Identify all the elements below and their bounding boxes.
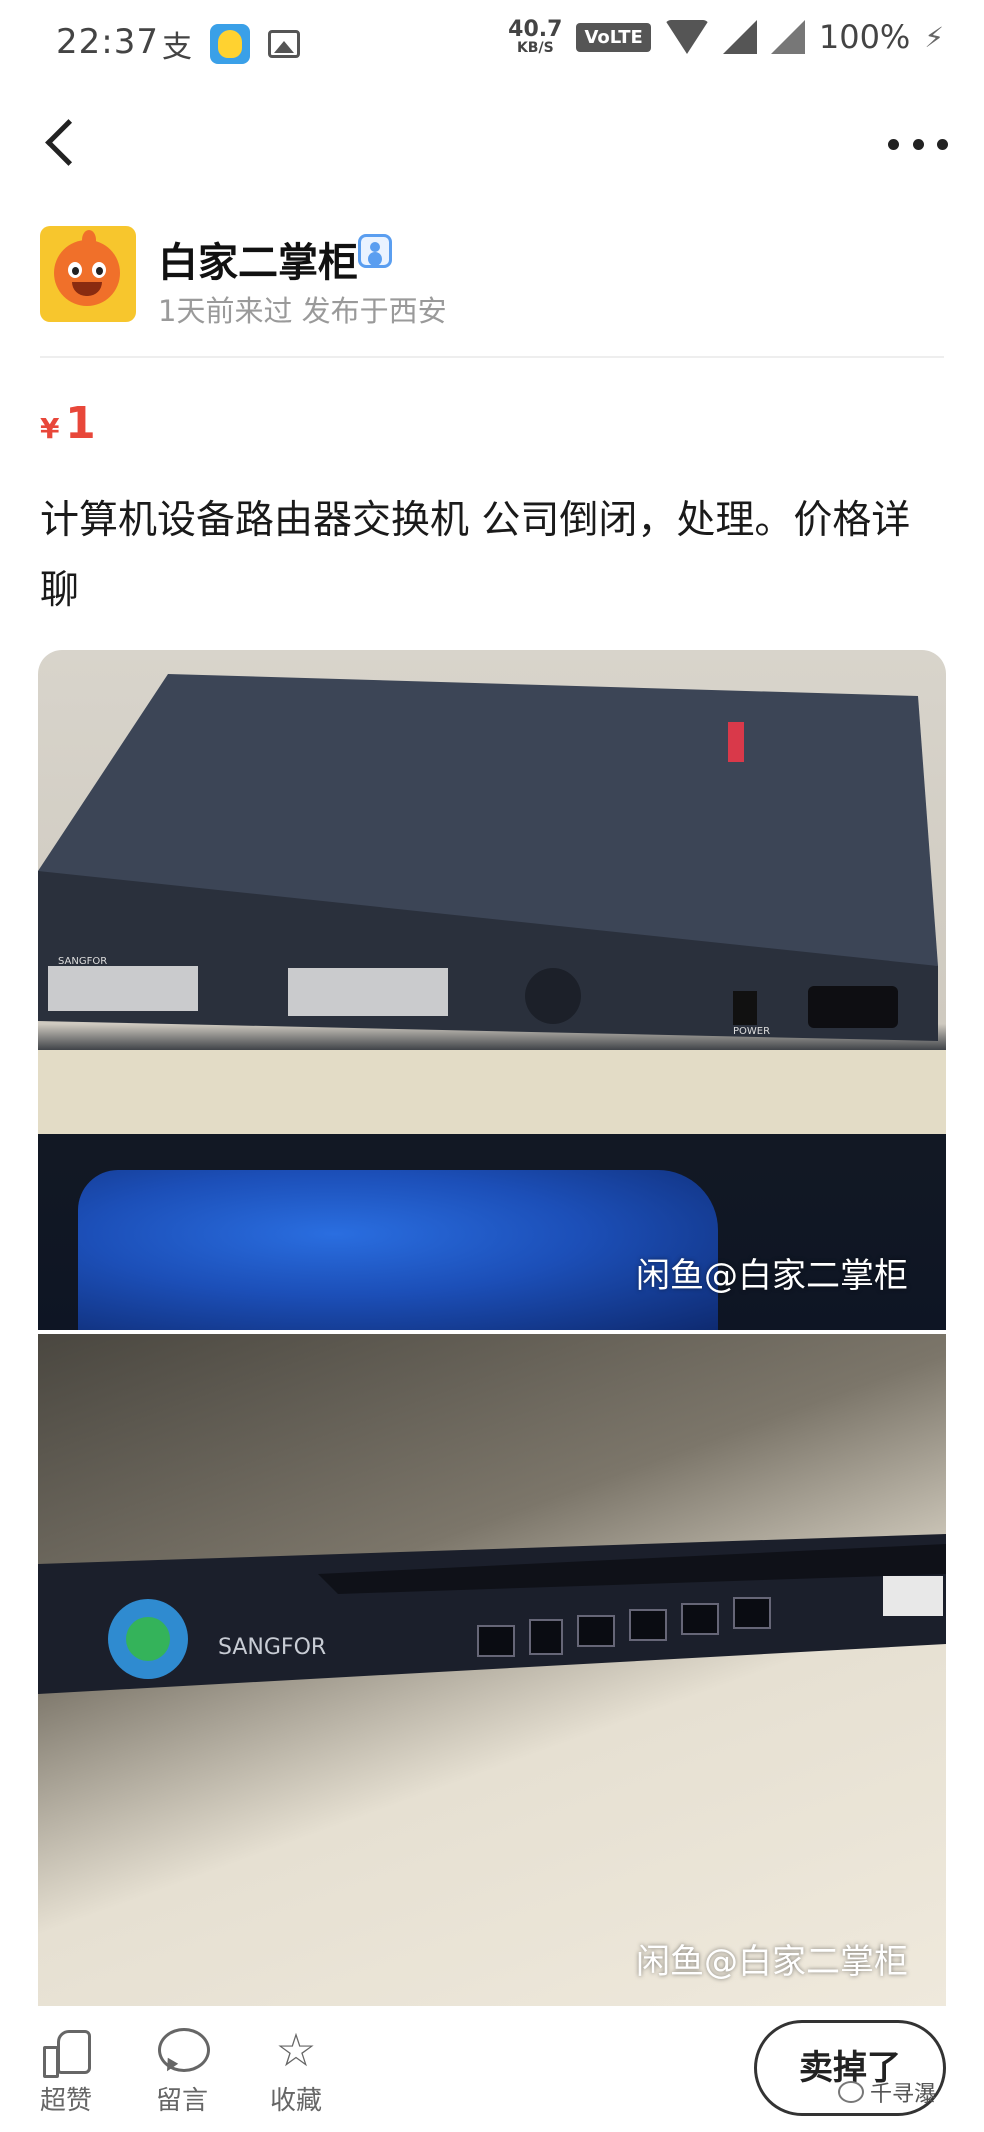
comment-button[interactable]: 留言	[142, 2028, 222, 2117]
seller-header: 白家二掌柜 1天前来过 发布于西安	[40, 226, 944, 358]
photo-watermark-2: 闲鱼@白家二掌柜	[636, 1942, 908, 1982]
photo-watermark-1: 闲鱼@白家二掌柜	[636, 1256, 908, 1296]
verified-icon	[358, 234, 392, 268]
power-label: POWER	[733, 1026, 770, 1037]
like-button[interactable]: 超赞	[26, 2028, 106, 2117]
brand-watermark-text: 千寻瀑	[870, 2082, 937, 2107]
image-notification-icon	[268, 30, 300, 58]
price-currency: ¥	[40, 412, 60, 445]
bottom-action-bar: 超赞 留言 ☆ 收藏 卖掉了 千寻瀑	[0, 2010, 984, 2132]
listing-title: 计算机设备路由器交换机 公司倒闭，处理。价格详聊	[40, 498, 911, 613]
brand-label-1: SANGFOR	[58, 956, 107, 967]
status-time: 22:37	[56, 22, 159, 62]
like-label: 超赞	[39, 2086, 92, 2116]
status-left-icons: 支	[162, 22, 300, 66]
seller-name[interactable]: 白家二掌柜	[158, 230, 358, 288]
product-photo-2[interactable]: SANGFOR 闲鱼@白家二掌柜	[38, 1334, 946, 2006]
status-bar: 22:37 支 40.7 KB/S VoLTE 100% ⚡	[0, 0, 984, 90]
signal-icon	[722, 20, 757, 54]
more-options-button[interactable]	[888, 124, 948, 164]
comment-label: 留言	[155, 2086, 208, 2116]
battery-level: 100%	[818, 18, 911, 56]
charging-icon: ⚡	[924, 20, 944, 54]
firewall-device-front: SANGFOR	[38, 1534, 946, 1694]
favorite-button[interactable]: ☆ 收藏	[256, 2023, 336, 2117]
status-right-icons: 40.7 KB/S VoLTE 100% ⚡	[508, 18, 944, 56]
firewall-device-back: POWER SANGFOR	[38, 674, 938, 1041]
top-nav	[0, 90, 984, 200]
favorite-label: 收藏	[269, 2086, 322, 2116]
star-icon: ☆	[275, 2023, 317, 2077]
net-speed: 40.7 KB/S	[508, 17, 563, 56]
signal-2-icon	[770, 20, 805, 54]
app-notification-icon	[210, 24, 250, 64]
price: ¥ 1	[40, 398, 96, 449]
brand-label-2: SANGFOR	[218, 1635, 326, 1660]
seller-meta: 1天前来过 发布于西安	[158, 294, 447, 328]
shelf-edge	[38, 1050, 946, 1134]
avatar[interactable]	[40, 226, 136, 322]
volte-icon: VoLTE	[576, 22, 651, 52]
comment-icon	[158, 2028, 210, 2072]
thumbs-up-icon	[43, 2028, 91, 2078]
brand-watermark: 千寻瀑	[838, 2076, 936, 2108]
alipay-icon: 支	[162, 30, 192, 65]
wifi-icon	[664, 20, 709, 54]
back-button[interactable]	[38, 116, 94, 172]
wechat-icon	[838, 2081, 864, 2103]
price-value: 1	[65, 398, 96, 449]
blue-bag	[78, 1170, 718, 1330]
more-dots-icon	[888, 138, 899, 150]
product-photo-1[interactable]: POWER SANGFOR 闲鱼@白家二掌柜	[38, 650, 946, 1330]
